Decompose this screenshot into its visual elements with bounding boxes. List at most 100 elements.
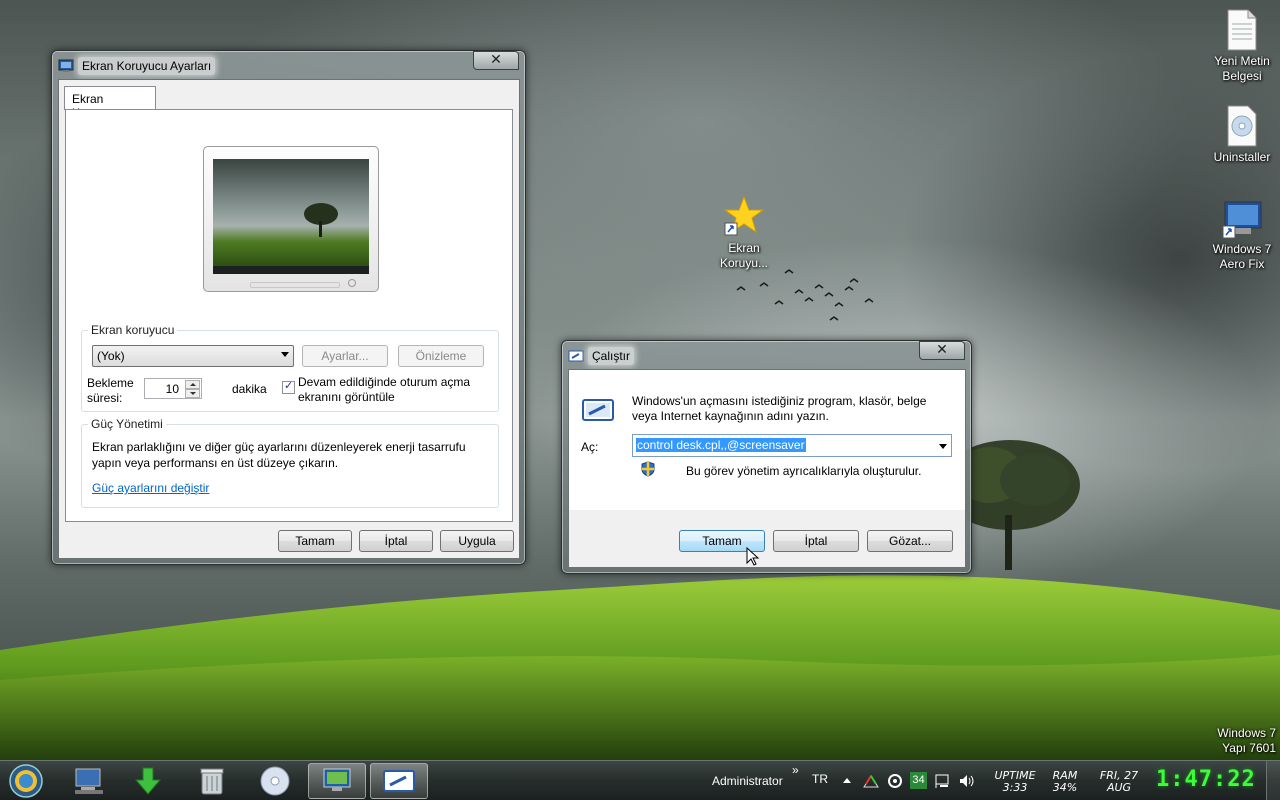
apply-button[interactable]: Uygula: [440, 530, 514, 552]
green-arrow-icon: [134, 767, 162, 795]
preview-tree-icon: [304, 203, 338, 237]
tab-screensaver[interactable]: Ekran Koruyucu: [64, 86, 156, 120]
run-icon: [582, 399, 614, 421]
close-button[interactable]: ✕: [919, 341, 965, 360]
run-icon: [383, 770, 415, 792]
taskbar-recycle-bin[interactable]: [183, 763, 241, 799]
start-button[interactable]: [6, 763, 46, 799]
text-document-icon: [1227, 9, 1257, 51]
settings-button[interactable]: Ayarlar...: [302, 345, 388, 367]
show-desktop-button[interactable]: [1266, 761, 1280, 800]
cancel-button[interactable]: İptal: [773, 530, 859, 552]
mouse-cursor-icon: [746, 547, 760, 566]
date-line2: AUG: [1106, 781, 1132, 794]
desktop-icon-text-document[interactable]: Yeni Metin Belgesi: [1202, 8, 1280, 84]
wallpaper-hills: [0, 575, 1280, 760]
uptime-readout: UPTIME 3:33: [988, 770, 1042, 794]
desktop-icon-screensaver-shortcut[interactable]: Ekran Koruyu...: [704, 195, 784, 271]
windows-build-watermark: Windows 7 Yapı 7601: [1170, 726, 1276, 756]
preview-monitor-bezel-button: [348, 279, 356, 287]
browse-button[interactable]: Gözat...: [867, 530, 953, 552]
monitor-icon: [58, 59, 74, 72]
date-readout[interactable]: FRI, 27 AUG: [1090, 770, 1148, 794]
volume-icon[interactable]: [958, 773, 976, 789]
wallpaper-birds: [736, 269, 874, 321]
tray-badge[interactable]: 34: [910, 772, 927, 789]
chevron-down-icon: [190, 392, 196, 395]
action-center-flag-icon[interactable]: [934, 773, 952, 789]
power-group: Güç Yönetimi Ekran parlaklığını ve diğer…: [81, 417, 499, 508]
network-meter-icon[interactable]: [862, 772, 880, 790]
chevron-down-icon[interactable]: [939, 444, 947, 449]
monitor-icon: [323, 768, 351, 791]
screensaver-group: Ekran koruyucu (Yok) Ayarlar... Önizleme…: [81, 323, 499, 412]
preview-screen: [213, 159, 369, 274]
admin-note: Bu görev yönetim ayrıcalıklarıyla oluştu…: [686, 464, 922, 478]
taskbar-screensaver-settings[interactable]: [308, 763, 366, 799]
command-input[interactable]: control desk.cpl,,@screensaver: [636, 438, 806, 452]
desktop-icon-label: Windows 7 Aero Fix: [1212, 242, 1272, 271]
checkmark-icon: ✓: [284, 379, 294, 392]
stepper-down-button[interactable]: [185, 389, 200, 398]
language-indicator[interactable]: TR: [812, 772, 828, 786]
resume-checkbox-label[interactable]: Devam edildiğinde oturum açma ekranını g…: [298, 375, 493, 405]
screensaver-settings-window: Ekran Koruyucu Ayarları ✕ Ekran Koruyucu: [51, 50, 526, 565]
computer-icon: [75, 768, 103, 794]
window-title: Ekran Koruyucu Ayarları: [78, 57, 216, 75]
preview-button[interactable]: Önizleme: [398, 345, 484, 367]
shield-icon: [641, 461, 655, 477]
preview-monitor-slot: [250, 282, 340, 288]
preview-monitor: [203, 146, 379, 292]
taskbar-computer[interactable]: [60, 763, 118, 799]
preview-taskbar: [213, 266, 369, 274]
close-button[interactable]: ✕: [473, 51, 519, 70]
clock[interactable]: 1:47:22: [1156, 767, 1260, 795]
window-client: Windows'un açmasını istediğiniz program,…: [568, 369, 966, 568]
screensaver-group-label: Ekran koruyucu: [88, 323, 178, 337]
desktop-icon-label: Ekran Koruyu...: [719, 241, 769, 270]
disc-icon: [1227, 105, 1257, 147]
monitor-icon: [1222, 201, 1262, 239]
toolbar-chevron[interactable]: »: [792, 763, 799, 777]
screensaver-select[interactable]: (Yok): [92, 345, 294, 367]
wait-stepper[interactable]: 10: [144, 378, 202, 399]
ok-button[interactable]: Tamam: [278, 530, 352, 552]
uptime-value: 3:33: [1002, 781, 1028, 794]
titlebar[interactable]: Ekran Koruyucu Ayarları: [58, 55, 519, 77]
resume-checkbox[interactable]: ✓: [282, 379, 295, 394]
wait-value[interactable]: 10: [166, 382, 179, 396]
disc-icon: [260, 766, 290, 796]
chevron-down-icon: [281, 352, 289, 357]
screensaver-select-value: (Yok): [97, 349, 125, 363]
show-hidden-icons-button[interactable]: [843, 778, 851, 783]
titlebar[interactable]: Çalıştır: [568, 345, 965, 367]
toolbar-user-label[interactable]: Administrator: [712, 774, 783, 788]
desktop-icon-aero-fix[interactable]: Windows 7 Aero Fix: [1202, 200, 1280, 272]
run-icon: [568, 350, 584, 362]
chevron-up-icon: [190, 383, 196, 386]
desktop-icon-uninstaller[interactable]: Uninstaller: [1202, 104, 1280, 165]
window-client: Ekran Koruyucu Ekran koruyucu (Y: [58, 79, 520, 559]
power-description: Ekran parlaklığını ve diğer güç ayarları…: [92, 440, 466, 470]
ram-value: 34%: [1052, 781, 1078, 794]
open-label: Aç:: [581, 440, 599, 454]
command-combobox[interactable]: control desk.cpl,,@screensaver: [632, 434, 952, 457]
taskbar-download[interactable]: [120, 763, 178, 799]
window-title: Çalıştır: [588, 347, 635, 365]
stepper-up-button[interactable]: [185, 380, 200, 389]
ram-readout: RAM 34%: [1046, 770, 1084, 794]
tab-page: Ekran koruyucu (Yok) Ayarlar... Önizleme…: [65, 109, 513, 522]
power-settings-link[interactable]: Güç ayarlarını değiştir: [92, 481, 209, 495]
circle-indicator-icon[interactable]: [887, 773, 903, 789]
run-description: Windows'un açmasını istediğiniz program,…: [632, 394, 927, 423]
taskbar: Administrator » TR 34 UPTIME 3:33 RAM 34…: [0, 760, 1280, 800]
cancel-button[interactable]: İptal: [359, 530, 433, 552]
taskbar-disc[interactable]: [246, 763, 304, 799]
wait-unit-label: dakika: [232, 382, 267, 396]
watermark-line2: Yapı 7601: [1222, 741, 1276, 755]
start-orb-icon: [9, 764, 43, 798]
recycle-bin-icon: [200, 768, 224, 795]
taskbar-run[interactable]: [370, 763, 428, 799]
desktop-icon-label: Yeni Metin Belgesi: [1214, 54, 1270, 83]
desktop-icon-label: Uninstaller: [1213, 150, 1271, 164]
